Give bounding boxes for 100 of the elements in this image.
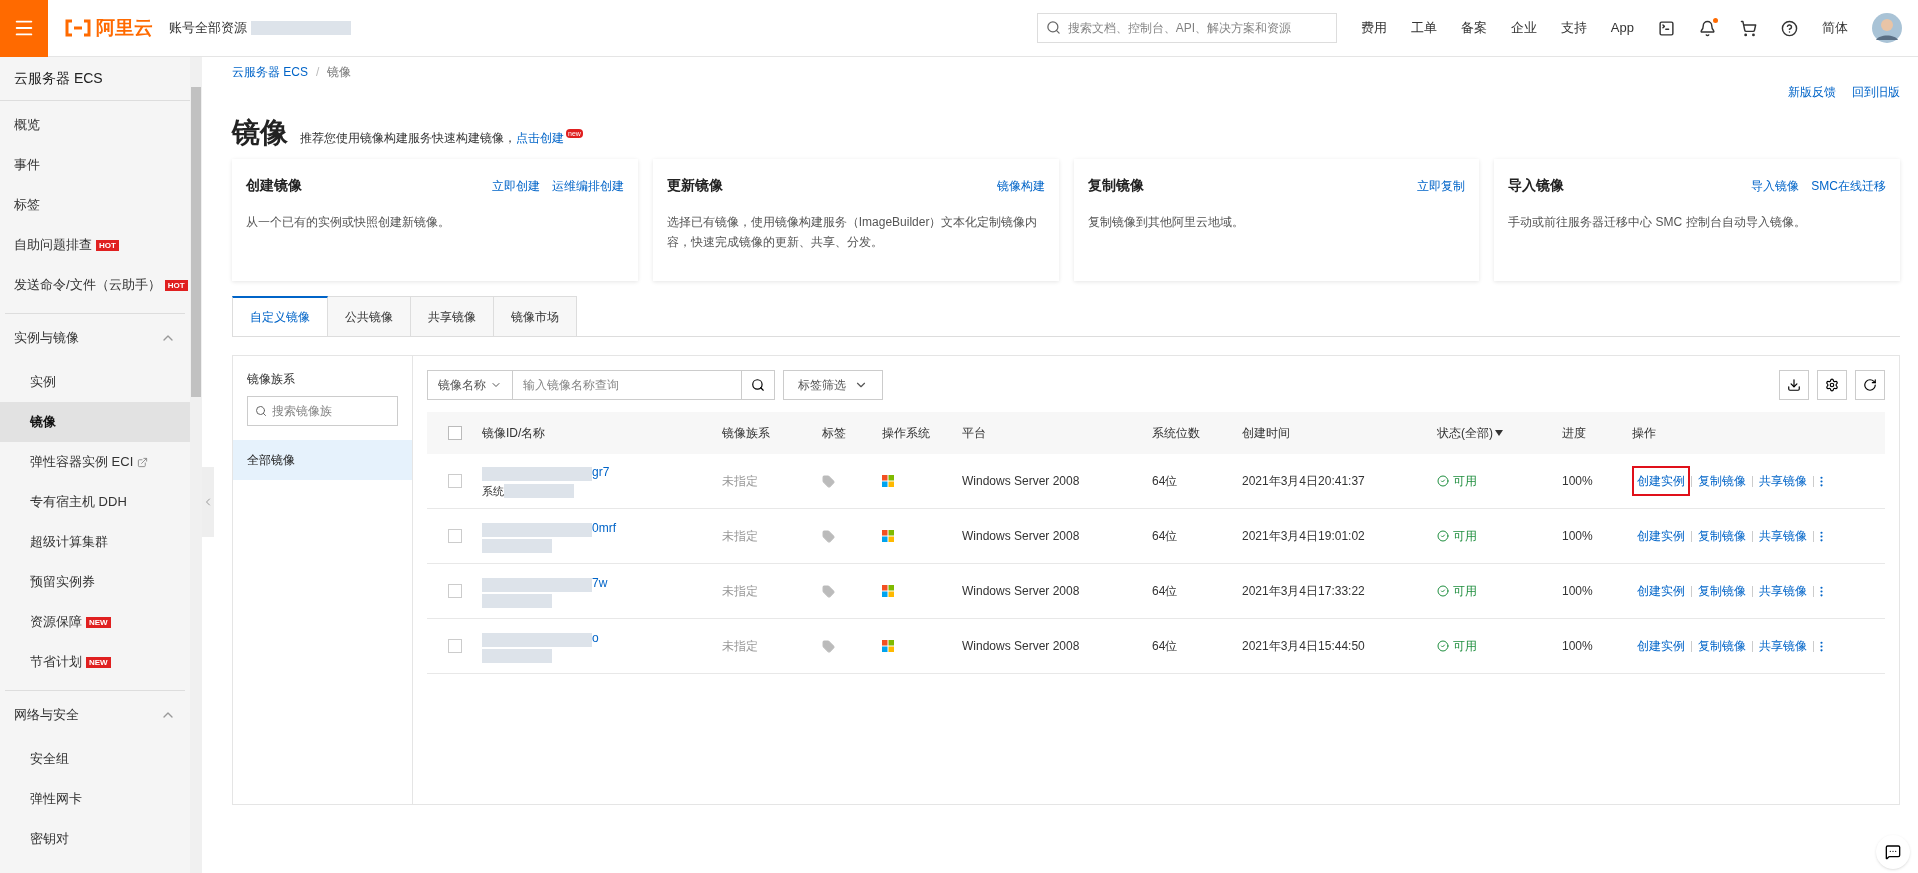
- card-link[interactable]: 镜像构建: [996, 176, 1045, 195]
- sidebar-item[interactable]: 预留实例券: [0, 562, 190, 602]
- card-link[interactable]: 立即创建: [491, 176, 540, 195]
- search-button[interactable]: [741, 370, 775, 400]
- card-link[interactable]: SMC在线迁移: [1811, 176, 1886, 195]
- column-header: 平台: [962, 425, 986, 442]
- image-id-link[interactable]: 0mrf: [592, 519, 616, 537]
- table-cell: 64位: [1152, 529, 1178, 543]
- select-all-checkbox[interactable]: [447, 426, 462, 440]
- action-link[interactable]: 复制镜像: [1693, 521, 1751, 551]
- action-link[interactable]: 复制镜像: [1693, 466, 1751, 496]
- action-link[interactable]: 创建实例: [1632, 631, 1690, 661]
- row-checkbox[interactable]: [447, 529, 462, 543]
- sidebar-item[interactable]: 弹性网卡: [0, 779, 190, 819]
- sidebar-item[interactable]: 资源保障 NEW: [0, 602, 190, 642]
- collapse-sidebar-handle[interactable]: [202, 467, 214, 537]
- sidebar-item[interactable]: 超级计算集群: [0, 522, 190, 562]
- action-link[interactable]: 创建实例: [1632, 521, 1690, 551]
- row-checkbox[interactable]: [447, 639, 462, 653]
- current-page-label: 镜像: [327, 64, 352, 81]
- sidebar-item[interactable]: 自助问题排查 HOT: [0, 225, 190, 265]
- action-link[interactable]: 共享镜像: [1754, 576, 1812, 606]
- sidebar-item[interactable]: 标签: [0, 185, 190, 225]
- tag-icon[interactable]: [822, 639, 835, 653]
- top-link[interactable]: 回到旧版: [1852, 83, 1900, 101]
- tag-icon[interactable]: [822, 584, 835, 598]
- tab[interactable]: 共享镜像: [411, 296, 494, 336]
- image-id-link[interactable]: o: [592, 629, 599, 647]
- breadcrumb-link[interactable]: 云服务器 ECS: [232, 63, 308, 81]
- sidebar-item[interactable]: 专有宿主机 DDH: [0, 482, 190, 522]
- nav-link[interactable]: 支持: [1560, 18, 1587, 38]
- action-link[interactable]: 复制镜像: [1693, 631, 1751, 661]
- action-link[interactable]: 创建实例: [1632, 466, 1690, 496]
- image-name: 系统: [482, 483, 504, 499]
- tab[interactable]: 自定义镜像: [232, 296, 328, 336]
- tag-icon[interactable]: [822, 474, 835, 488]
- refresh-button[interactable]: [1855, 370, 1885, 400]
- column-header[interactable]: 状态(全部): [1437, 424, 1503, 442]
- image-id-link[interactable]: 7w: [592, 574, 608, 592]
- card-link[interactable]: 运维编排创建: [551, 176, 624, 195]
- nav-link[interactable]: 备案: [1460, 18, 1487, 38]
- action-link[interactable]: 复制镜像: [1693, 576, 1751, 606]
- family-item[interactable]: 全部镜像: [233, 440, 412, 480]
- name-search-field[interactable]: 输入镜像名称查询: [513, 370, 741, 400]
- logo-icon: [64, 19, 92, 37]
- sidebar-item[interactable]: 事件: [0, 145, 190, 185]
- sidebar-item[interactable]: 弹性容器实例 ECI: [0, 442, 190, 482]
- row-checkbox[interactable]: [447, 474, 462, 488]
- chat-button[interactable]: [1876, 835, 1910, 869]
- status-text: 可用: [1453, 638, 1477, 655]
- action-link[interactable]: 共享镜像: [1754, 521, 1812, 551]
- cart-icon[interactable]: [1740, 19, 1757, 37]
- action-link[interactable]: 创建实例: [1632, 576, 1690, 606]
- action-link[interactable]: 共享镜像: [1754, 631, 1812, 661]
- tag-filter-button[interactable]: 标签筛选: [783, 370, 883, 400]
- tag-icon[interactable]: [822, 529, 835, 543]
- sidebar-group[interactable]: 网络与安全: [5, 691, 185, 739]
- card-link[interactable]: 立即复制: [1417, 176, 1466, 195]
- settings-icon: [1825, 378, 1839, 392]
- image-id-link[interactable]: gr7: [592, 462, 610, 481]
- sidebar-item[interactable]: 发送命令/文件（云助手） HOT: [0, 265, 190, 305]
- account-selector[interactable]: 账号全部资源: [169, 18, 351, 38]
- nav-link[interactable]: 费用: [1360, 18, 1387, 38]
- card-link[interactable]: 导入镜像: [1751, 176, 1800, 195]
- family-search-field[interactable]: 搜索镜像族: [247, 396, 398, 426]
- action-link[interactable]: 共享镜像: [1754, 466, 1812, 496]
- search-field[interactable]: 搜索文档、控制台、API、解决方案和资源: [1036, 13, 1337, 43]
- windows-logo-icon: [882, 640, 894, 652]
- help-icon[interactable]: [1781, 19, 1798, 37]
- nav-link[interactable]: 企业: [1510, 18, 1537, 38]
- row-checkbox[interactable]: [447, 584, 462, 598]
- tab[interactable]: 公共镜像: [328, 296, 411, 336]
- nav-link[interactable]: 工单: [1410, 18, 1437, 38]
- check-circle-icon: [1437, 530, 1449, 542]
- table-cell: 2021年3月4日19:01:02: [1242, 529, 1365, 543]
- settings-button[interactable]: [1817, 370, 1847, 400]
- sidebar-group[interactable]: 实例与镜像: [5, 314, 185, 362]
- field-select[interactable]: 镜像名称: [427, 370, 513, 400]
- create-link[interactable]: 点击创建: [516, 129, 564, 147]
- tab[interactable]: 镜像市场: [494, 296, 577, 336]
- nav-link[interactable]: App: [1610, 18, 1634, 38]
- windows-logo-icon: [882, 585, 894, 597]
- language-link[interactable]: 简体: [1822, 18, 1848, 38]
- notification-icon[interactable]: [1699, 19, 1716, 37]
- card-description: 手动或前往服务器迁移中心 SMC 控制台自动导入镜像。: [1508, 214, 1807, 231]
- top-link[interactable]: 新版反馈: [1788, 83, 1836, 101]
- download-button[interactable]: [1779, 370, 1809, 400]
- column-header: 镜像族系: [722, 425, 770, 442]
- column-header: 标签: [822, 425, 846, 442]
- terminal-icon[interactable]: [1658, 19, 1675, 37]
- sidebar-item[interactable]: 镜像: [0, 402, 190, 442]
- sidebar-item[interactable]: 节省计划 NEW: [0, 642, 190, 682]
- sidebar-item[interactable]: 实例: [0, 362, 190, 402]
- avatar[interactable]: [1872, 13, 1902, 43]
- sidebar-item[interactable]: 概览: [0, 105, 190, 145]
- menu-button[interactable]: [0, 0, 48, 57]
- search-icon: [1045, 20, 1061, 35]
- sidebar-item[interactable]: 密钥对: [0, 819, 190, 859]
- table-cell: 100%: [1562, 529, 1593, 543]
- sidebar-item[interactable]: 安全组: [0, 739, 190, 779]
